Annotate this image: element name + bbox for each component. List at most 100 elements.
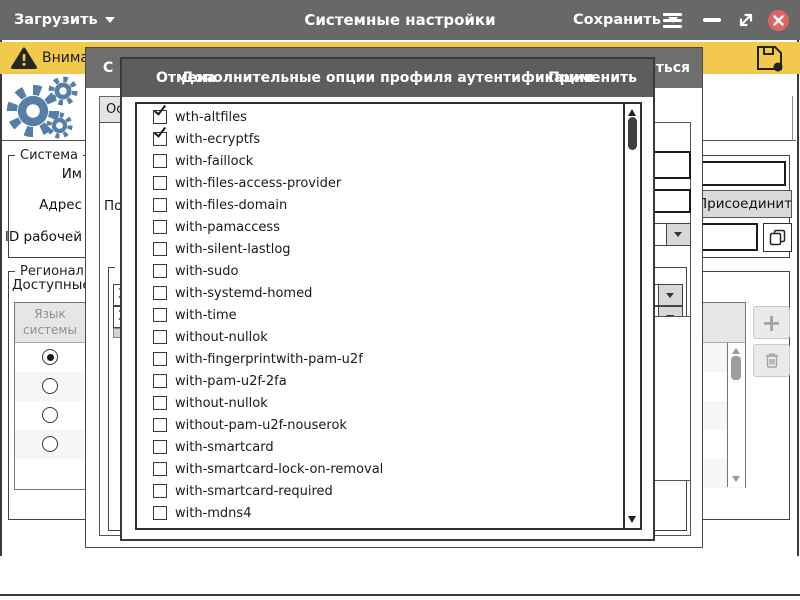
scroll-up-icon[interactable] xyxy=(732,348,740,354)
radio-button[interactable] xyxy=(42,407,58,423)
window-border-right xyxy=(797,0,799,556)
warning-icon xyxy=(10,46,38,74)
top-bar: Загрузить Системные настройки Сохранить xyxy=(0,0,800,40)
option-row[interactable]: with-systemd-homed xyxy=(137,283,625,305)
option-row[interactable]: with-files-access-provider xyxy=(137,173,625,195)
options-scrollbar[interactable] xyxy=(623,104,640,528)
window-border-bottom xyxy=(0,594,800,596)
computer-name-label: Им xyxy=(0,166,82,182)
save-file-icon[interactable] xyxy=(755,44,786,76)
option-row[interactable]: with-smartcard xyxy=(137,437,625,459)
trash-icon xyxy=(763,351,781,370)
radio-button[interactable] xyxy=(42,436,58,452)
window-border-left xyxy=(0,0,2,556)
radio-selected-dot xyxy=(47,354,54,361)
option-label: without-nullok xyxy=(175,396,268,411)
option-label: with-time xyxy=(175,308,237,323)
option-row[interactable]: with-ecryptfs xyxy=(137,129,625,151)
radio-button[interactable] xyxy=(42,378,58,394)
option-label: with-smartcard-lock-on-removal xyxy=(175,462,383,477)
address-label: Адрес xyxy=(0,197,82,213)
option-label: with-pam-u2f-2fa xyxy=(175,374,287,389)
option-label: with-sudo xyxy=(175,264,239,279)
checkbox[interactable] xyxy=(153,462,167,476)
lang-header-line1: Язык xyxy=(34,307,65,321)
checkbox[interactable] xyxy=(153,330,167,344)
chevron-down-icon xyxy=(674,232,682,237)
checkbox[interactable] xyxy=(153,264,167,278)
option-row[interactable]: with-smartcard-lock-on-removal xyxy=(137,459,625,481)
option-row[interactable]: without-nullok xyxy=(137,393,625,415)
option-row[interactable]: with-sudo xyxy=(137,261,625,283)
add-language-button[interactable]: + xyxy=(753,306,790,339)
option-label: with-fingerprintwith-pam-u2f xyxy=(175,352,363,367)
copy-button[interactable] xyxy=(763,223,792,252)
option-label: with-smartcard-required xyxy=(175,484,333,499)
checkbox[interactable] xyxy=(153,286,167,300)
system-legend: Система xyxy=(15,148,83,163)
option-row[interactable]: with-faillock xyxy=(137,151,625,173)
combo-arrow-button[interactable] xyxy=(658,285,682,305)
option-row[interactable]: without-nullok xyxy=(137,327,625,349)
options-rows: wth-altfiles with-ecryptfs with-faillock xyxy=(137,107,625,525)
auth-options-modal: Отмена Дополнительные опции профиля ауте… xyxy=(120,57,655,541)
lang-header-line2: системы xyxy=(23,323,77,337)
maximize-icon[interactable] xyxy=(736,10,756,30)
checkbox[interactable] xyxy=(153,154,167,168)
option-row[interactable]: with-files-domain xyxy=(137,195,625,217)
option-label: with-files-domain xyxy=(175,198,287,213)
checkbox[interactable] xyxy=(153,418,167,432)
option-label: wth-altfiles xyxy=(175,110,247,125)
scrollbar-thumb[interactable] xyxy=(628,117,637,150)
option-row[interactable]: wth-altfiles xyxy=(137,107,625,129)
option-label: with-files-access-provider xyxy=(175,176,341,191)
option-row[interactable]: with-time xyxy=(137,305,625,327)
checkbox[interactable] xyxy=(153,374,167,388)
checkbox[interactable] xyxy=(153,352,167,366)
checkbox[interactable] xyxy=(153,242,167,256)
chevron-down-icon xyxy=(666,293,674,298)
auth-header-left-text[interactable]: С xyxy=(103,48,113,88)
delete-language-button[interactable] xyxy=(753,344,790,377)
option-label: with-smartcard xyxy=(175,440,274,455)
workstation-id-label: ID рабочей xyxy=(0,229,82,245)
checkbox[interactable] xyxy=(153,440,167,454)
scroll-up-icon[interactable] xyxy=(628,109,636,116)
checkbox[interactable] xyxy=(153,396,167,410)
app-logo-gears-icon xyxy=(4,76,84,138)
secondary-table-scrollbar[interactable] xyxy=(727,343,745,487)
option-row[interactable]: with-mdns4 xyxy=(137,503,625,525)
scrollbar-thumb[interactable] xyxy=(731,356,741,380)
option-label: with-ecryptfs xyxy=(175,132,260,147)
option-row[interactable]: with-fingerprintwith-pam-u2f xyxy=(137,349,625,371)
minimize-icon[interactable] xyxy=(703,18,721,22)
option-row[interactable]: with-smartcard-required xyxy=(137,481,625,503)
modal-header: Отмена Дополнительные опции профиля ауте… xyxy=(122,59,653,97)
radio-button[interactable] xyxy=(42,349,58,365)
option-row[interactable]: with-silent-lastlog xyxy=(137,239,625,261)
checkbox[interactable] xyxy=(153,484,167,498)
checkbox[interactable] xyxy=(153,506,167,520)
option-row[interactable]: without-pam-u2f-nouserok xyxy=(137,415,625,437)
options-list: wth-altfiles with-ecryptfs with-faillock xyxy=(135,102,642,530)
scroll-down-icon[interactable] xyxy=(628,516,636,523)
option-label: with-systemd-homed xyxy=(175,286,312,301)
hamburger-menu-icon[interactable] xyxy=(663,13,682,28)
apply-button[interactable]: Применить xyxy=(548,59,637,97)
checkbox[interactable] xyxy=(153,198,167,212)
option-label: without-pam-u2f-nouserok xyxy=(175,418,347,433)
checkbox[interactable] xyxy=(153,220,167,234)
option-label: with-faillock xyxy=(175,154,253,169)
combo-arrow-button[interactable] xyxy=(666,224,690,245)
save-menu-label: Сохранить xyxy=(573,12,661,28)
scroll-down-icon[interactable] xyxy=(732,476,740,482)
option-row[interactable]: with-pam-u2f-2fa xyxy=(137,371,625,393)
checkbox[interactable] xyxy=(153,308,167,322)
option-label: with-mdns4 xyxy=(175,506,251,521)
option-label: with-silent-lastlog xyxy=(175,242,291,257)
option-row[interactable]: with-pamaccess xyxy=(137,217,625,239)
checkbox[interactable] xyxy=(153,176,167,190)
panel-border xyxy=(792,96,793,141)
option-label: without-nullok xyxy=(175,330,268,345)
close-icon[interactable] xyxy=(768,10,789,31)
